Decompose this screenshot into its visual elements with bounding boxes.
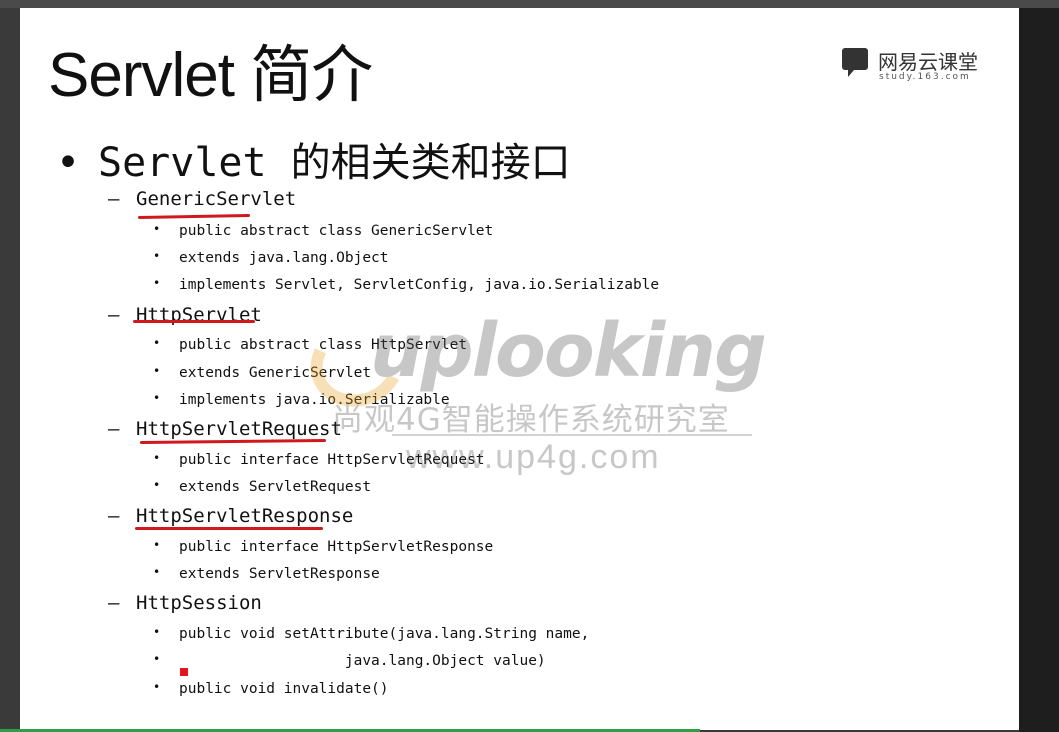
list-item: • public void invalidate()	[153, 680, 389, 697]
list-item: • extends java.lang.Object	[153, 249, 389, 266]
slide: Servlet 简介 网易云课堂 study.163.com • Servlet …	[20, 8, 1019, 730]
list-item: • public void setAttribute(java.lang.Stri…	[153, 625, 590, 642]
main-bullet: • Servlet 的相关类和接口	[56, 130, 571, 188]
chat-bubble-icon	[842, 48, 868, 77]
video-side-strip	[1019, 8, 1059, 732]
section-heading: – GenericServlet	[108, 188, 297, 210]
section-heading: – HttpServletResponse	[108, 505, 354, 527]
red-underline	[139, 439, 327, 444]
main-bullet-text: Servlet 的相关类和接口	[98, 140, 571, 186]
red-underline	[137, 214, 251, 219]
logo-en-text: study.163.com	[879, 72, 971, 82]
list-item: • extends GenericServlet	[153, 364, 372, 381]
watermark-divider	[392, 434, 752, 436]
red-underline	[135, 527, 323, 530]
slide-title: Servlet 简介	[48, 41, 373, 110]
red-underline	[133, 320, 255, 323]
section-heading: – HttpServletRequest	[108, 418, 342, 440]
list-item: • public abstract class HttpServlet	[153, 336, 468, 353]
list-item: • implements Servlet, ServletConfig, java…	[153, 276, 660, 293]
list-item: • implements java.io.Serializable	[153, 391, 450, 408]
list-item: • public interface HttpServletRequest	[153, 451, 485, 468]
netease-logo: 网易云课堂 study.163.com	[842, 46, 992, 86]
video-top-bar	[0, 0, 1059, 8]
list-item: • java.lang.Object value)	[153, 652, 546, 669]
section-heading: – HttpSession	[108, 592, 262, 614]
list-item: • extends ServletResponse	[153, 565, 380, 582]
list-item: • public interface HttpServletResponse	[153, 538, 494, 555]
list-item: • public abstract class GenericServlet	[153, 222, 494, 239]
list-item: • extends ServletRequest	[153, 478, 372, 495]
red-pointer-mark	[180, 668, 188, 676]
bullet-dot: •	[56, 140, 81, 186]
logo-cn-text: 网易云课堂	[878, 50, 978, 74]
